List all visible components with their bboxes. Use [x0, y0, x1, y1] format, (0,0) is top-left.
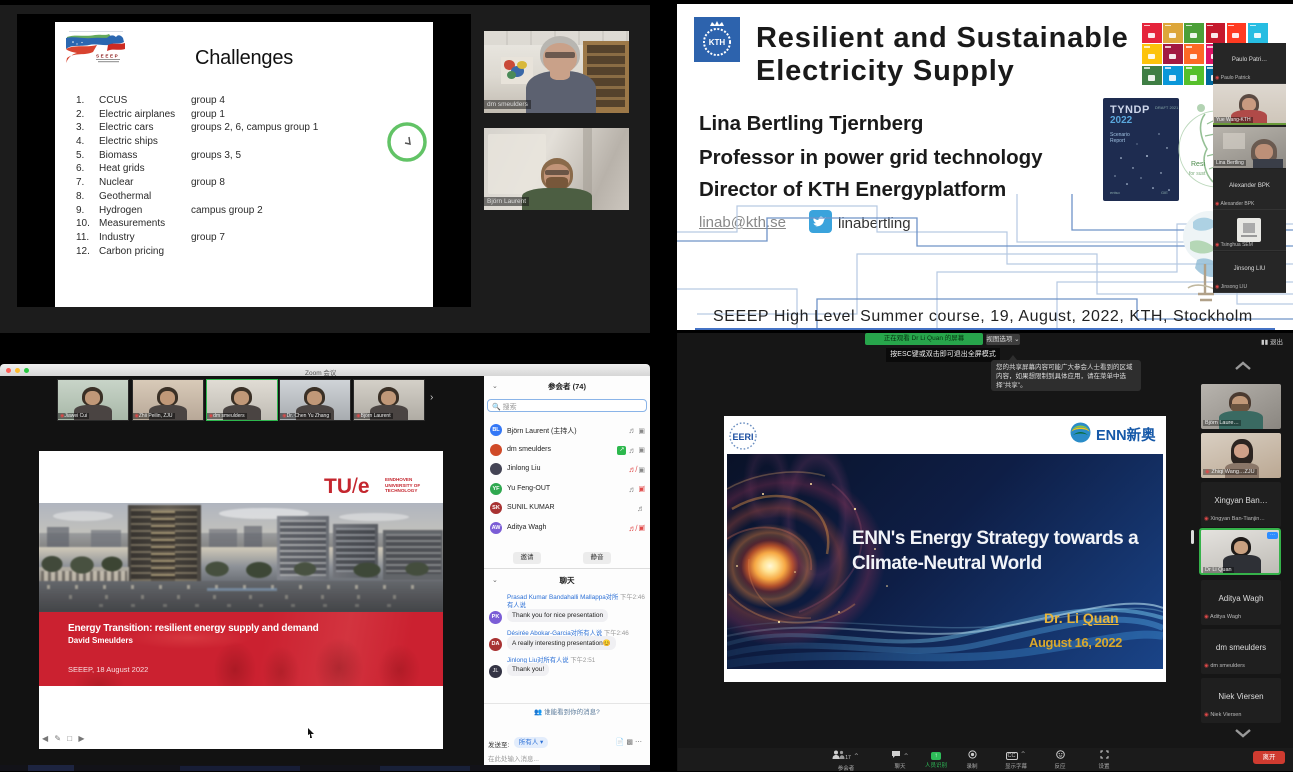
- svg-text:Resi: Resi: [1191, 161, 1205, 168]
- svg-text:EERI: EERI: [732, 432, 753, 442]
- svg-text:KTH: KTH: [709, 38, 726, 47]
- svg-text:SEEEP: SEEEP: [96, 54, 119, 59]
- svg-text:for sust: for sust: [1189, 171, 1206, 177]
